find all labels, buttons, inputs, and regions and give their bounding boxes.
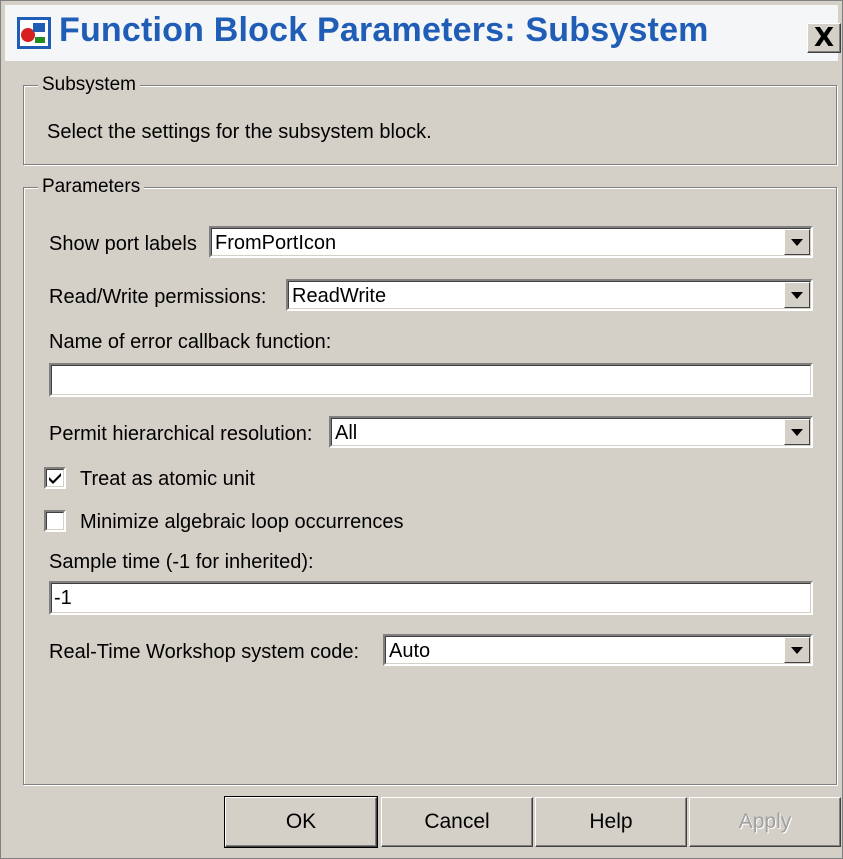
window-title: Function Block Parameters: Subsystem [59, 11, 709, 49]
show-port-labels-value: FromPortIcon [215, 232, 337, 254]
subsystem-group-legend: Subsystem [38, 74, 140, 96]
cancel-button[interactable]: Cancel [381, 797, 533, 847]
rtw-code-label: Real-Time Workshop system code: [49, 641, 360, 663]
dropdown-arrow-icon[interactable] [784, 229, 810, 255]
ok-button[interactable]: OK [224, 796, 378, 848]
read-write-select[interactable]: ReadWrite [286, 279, 813, 311]
error-callback-input[interactable] [49, 363, 813, 397]
minimize-loop-label[interactable]: Minimize algebraic loop occurrences [80, 511, 403, 534]
simulink-block-icon [17, 17, 51, 49]
sample-time-label: Sample time (-1 for inherited): [49, 551, 314, 573]
atomic-unit-label[interactable]: Treat as atomic unit [80, 468, 255, 491]
title-bar[interactable]: Function Block Parameters: Subsystem X [5, 5, 841, 61]
help-button[interactable]: Help [535, 797, 687, 847]
show-port-labels-label: Show port labels [49, 233, 197, 255]
error-callback-label: Name of error callback function: [49, 331, 332, 353]
rtw-code-value: Auto [389, 640, 431, 662]
dropdown-arrow-icon[interactable] [784, 282, 810, 308]
atomic-unit-checkbox[interactable] [44, 467, 66, 489]
read-write-label: Read/Write permissions: [49, 286, 267, 308]
read-write-value: ReadWrite [292, 285, 387, 307]
hierarchical-resolution-label: Permit hierarchical resolution: [49, 423, 313, 445]
subsystem-group: Subsystem Select the settings for the su… [23, 74, 837, 165]
subsystem-description: Select the settings for the subsystem bl… [47, 121, 432, 143]
dropdown-arrow-icon[interactable] [784, 419, 810, 445]
show-port-labels-select[interactable]: FromPortIcon [209, 226, 813, 258]
close-button[interactable]: X [807, 23, 841, 53]
rtw-code-select[interactable]: Auto [383, 634, 813, 666]
dropdown-arrow-icon[interactable] [784, 637, 810, 663]
hierarchical-resolution-value: All [335, 422, 358, 444]
checkmark-icon [49, 473, 61, 484]
dialog-window: Function Block Parameters: Subsystem X S… [0, 0, 843, 859]
sample-time-input[interactable]: -1 [49, 581, 813, 615]
parameters-group-legend: Parameters [38, 176, 145, 198]
apply-button[interactable]: Apply [689, 797, 841, 847]
minimize-loop-checkbox[interactable] [44, 510, 66, 532]
sample-time-value: -1 [54, 587, 72, 609]
hierarchical-resolution-select[interactable]: All [329, 416, 813, 448]
